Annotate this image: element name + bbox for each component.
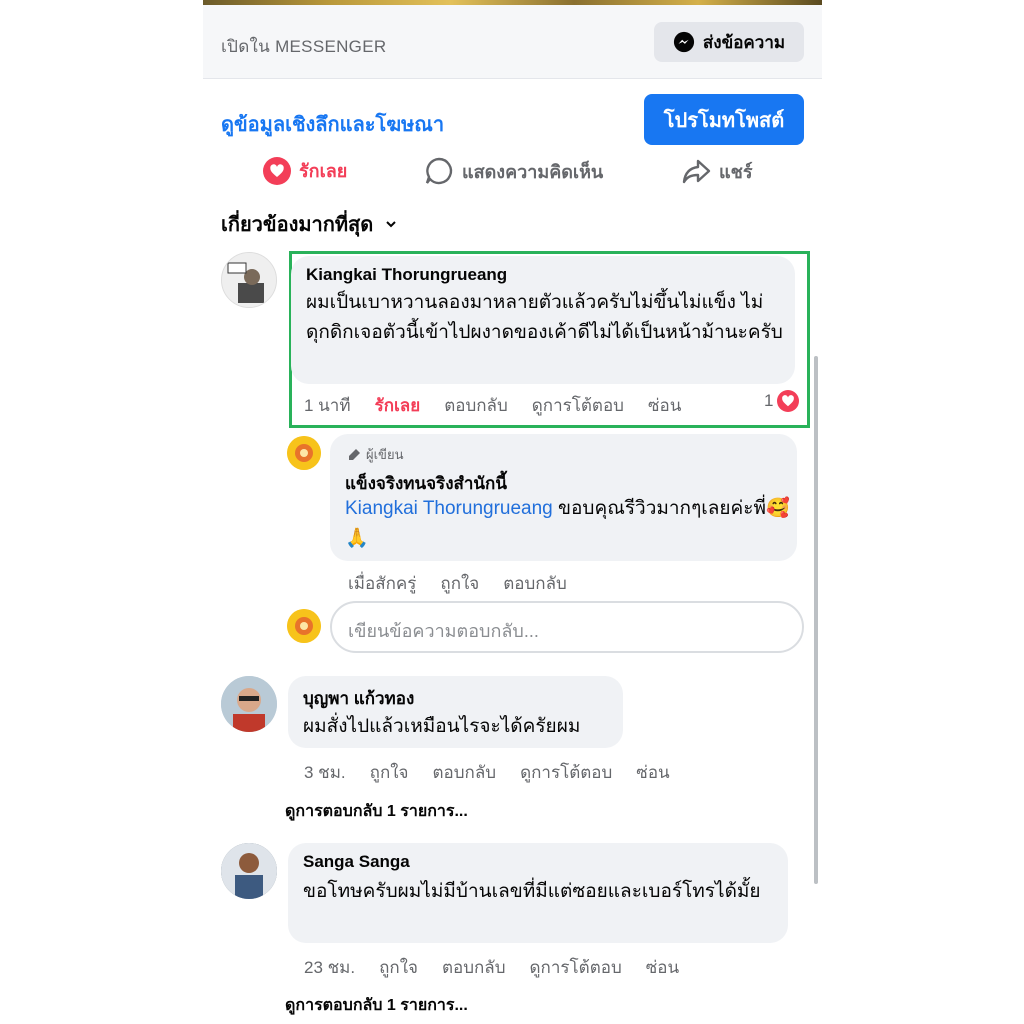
reply-text: Kiangkai Thorungrueang ขอบคุณรีวิวมากๆเล… (345, 494, 790, 554)
reply-time[interactable]: เมื่อสักครู่ (348, 570, 416, 597)
share-button[interactable]: แชร์ (681, 156, 753, 186)
love-button[interactable]: รักเลย (263, 156, 347, 185)
comment-reply-button[interactable]: ตอบกลับ (444, 392, 508, 419)
reply-meta: เมื่อสักครู่ ถูกใจ ตอบกลับ (348, 570, 591, 597)
profile-photo (221, 676, 277, 732)
view-interactions-button[interactable]: ดูการโต้ตอบ (530, 954, 622, 981)
send-message-label: ส่งข้อความ (702, 32, 786, 52)
phone-screen: เปิดใน MESSENGER ส่งข้อความ ดูข้อมูลเชิง… (203, 0, 822, 1024)
chevron-down-icon (386, 221, 396, 228)
share-icon (682, 159, 711, 184)
comment-text: ผมสั่งไปแล้วเหมือนไรจะได้ครัยผม (303, 716, 581, 737)
post-actions-row: รักเลย แสดงความคิดเห็น แชร์ (203, 152, 822, 192)
love-label: รักเลย (299, 161, 348, 181)
microphone-icon (349, 448, 360, 460)
comment-like-button[interactable]: ถูกใจ (379, 954, 418, 981)
comment-label: แสดงความคิดเห็น (462, 161, 604, 182)
page-logo (287, 436, 321, 470)
scrollbar[interactable] (814, 356, 818, 884)
comment-reply-button[interactable]: ตอบกลับ (442, 954, 506, 981)
comment-meta: 3 ชม. ถูกใจ ตอบกลับ ดูการโต้ตอบ ซ่อน (304, 759, 694, 786)
comment-meta: 23 ชม. ถูกใจ ตอบกลับ ดูการโต้ตอบ ซ่อน (304, 954, 703, 981)
view-replies-link[interactable]: ดูการตอบกลับ 1 รายการ... (285, 993, 468, 1018)
view-interactions-button[interactable]: ดูการโต้ตอบ (520, 759, 612, 786)
view-replies-link[interactable]: ดูการตอบกลับ 1 รายการ... (285, 799, 468, 824)
hide-button[interactable]: ซ่อน (646, 954, 679, 981)
comment-time[interactable]: 3 ชม. (304, 759, 346, 786)
comment-time[interactable]: 23 ชม. (304, 954, 355, 981)
reaction-count[interactable]: 1 (764, 390, 800, 412)
comment-like-button[interactable]: ถูกใจ (370, 759, 409, 786)
page-logo (287, 609, 321, 643)
page-avatar (287, 609, 321, 643)
page-avatar[interactable] (287, 436, 321, 470)
comment-author[interactable]: Sanga Sanga (303, 852, 410, 872)
comment-time[interactable]: 1 นาที (304, 392, 351, 419)
profile-photo (221, 843, 277, 899)
comment-bubble: Sanga Sanga ขอโทษครับผมไม่มีบ้านเลขที่มี… (288, 843, 788, 943)
comment-button[interactable]: แสดงความคิดเห็น (424, 156, 603, 186)
reply-input[interactable]: เขียนข้อความตอบกลับ... (330, 601, 804, 653)
messenger-bar: เปิดใน MESSENGER ส่งข้อความ (203, 5, 822, 79)
hide-button[interactable]: ซ่อน (636, 759, 669, 786)
comment-icon (425, 157, 453, 185)
insights-link[interactable]: ดูข้อมูลเชิงลึกและโฆษณา (221, 108, 444, 140)
reply-reply-button[interactable]: ตอบกลับ (503, 570, 567, 597)
reply-bubble: ผู้เขียน แข็งจริงทนจริงสำนักนี้ Kiangkai… (330, 434, 797, 561)
avatar[interactable] (221, 252, 277, 308)
comment-bubble: Kiangkai Thorungrueang ผมเป็นเบาหวานลองม… (291, 256, 795, 384)
avatar[interactable] (221, 676, 277, 732)
heart-icon (777, 390, 800, 412)
messenger-icon (673, 31, 694, 53)
comment-author[interactable]: บุญพา แก้วทอง (303, 685, 414, 712)
heart-icon (263, 156, 291, 185)
mention-link[interactable]: Kiangkai Thorungrueang (345, 498, 553, 519)
share-label: แชร์ (719, 161, 753, 182)
sort-label: เกี่ยวข้องมากที่สุด (221, 214, 374, 236)
comment-meta: 1 นาที รักเลย ตอบกลับ ดูการโต้ตอบ ซ่อน (304, 392, 705, 419)
reaction-count-number: 1 (764, 391, 774, 410)
comment-text: ผมเป็นเบาหวานลองมาหลายตัวแล้วครับไม่ขึ้น… (306, 292, 783, 343)
comment-sort-dropdown[interactable]: เกี่ยวข้องมากที่สุด (221, 208, 397, 240)
hide-button[interactable]: ซ่อน (648, 392, 681, 419)
promote-post-button[interactable]: โปรโมทโพสต์ (644, 94, 804, 145)
comment-bubble: บุญพา แก้วทอง ผมสั่งไปแล้วเหมือนไรจะได้ค… (288, 676, 623, 748)
send-message-button[interactable]: ส่งข้อความ (654, 22, 804, 62)
comment-author[interactable]: Kiangkai Thorungrueang (306, 265, 507, 285)
author-tag-label: ผู้เขียน (366, 447, 404, 462)
view-interactions-button[interactable]: ดูการโต้ตอบ (532, 392, 624, 419)
comment-love-button[interactable]: รักเลย (375, 392, 421, 419)
reply-like-button[interactable]: ถูกใจ (440, 570, 479, 597)
reply-author[interactable]: แข็งจริงทนจริงสำนักนี้ (345, 470, 507, 497)
author-badge: ผู้เขียน (346, 444, 403, 465)
open-in-messenger-link[interactable]: เปิดใน MESSENGER (221, 33, 386, 60)
comment-text: ขอโทษครับผมไม่มีบ้านเลขที่มีแต่ซอยและเบอ… (303, 881, 761, 902)
comment-reply-button[interactable]: ตอบกลับ (433, 759, 497, 786)
profile-photo (222, 253, 276, 307)
avatar[interactable] (221, 843, 277, 899)
